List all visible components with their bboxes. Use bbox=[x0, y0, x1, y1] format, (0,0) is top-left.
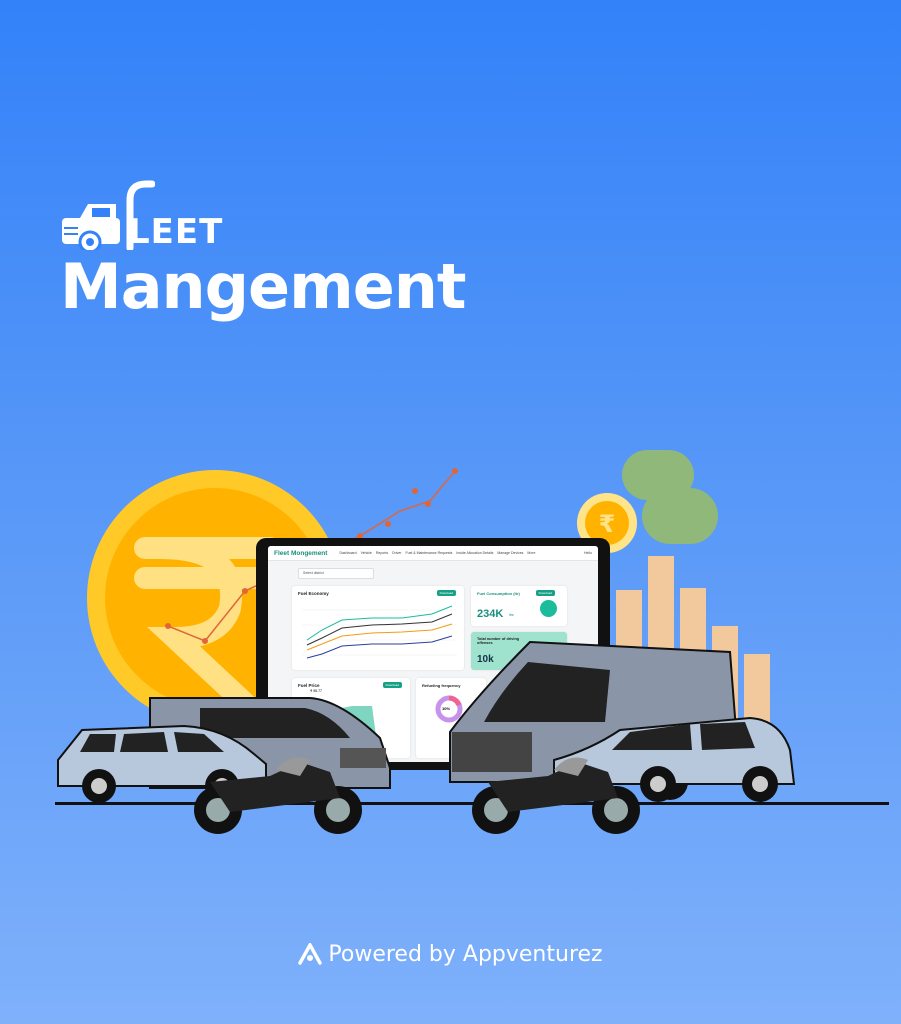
nav-manage-devices[interactable]: Manage Devices bbox=[497, 551, 523, 555]
tree-icon bbox=[622, 450, 718, 544]
nav-dashboard[interactable]: Dashboard bbox=[339, 551, 356, 555]
fuel-pump-icon bbox=[540, 600, 557, 617]
nav-fuel-maintenance[interactable]: Fuel & Maintenance Requests bbox=[405, 551, 452, 555]
fuel-economy-chart bbox=[302, 605, 457, 659]
nav-inside-allocation[interactable]: Inside Allocation Details bbox=[456, 551, 493, 555]
nav-vehicle[interactable]: Vehicle bbox=[361, 551, 372, 555]
powered-by-text: Powered by Appventurez bbox=[328, 942, 603, 967]
footer: Powered by Appventurez bbox=[0, 941, 901, 967]
district-select[interactable]: Select district bbox=[298, 568, 374, 579]
fleet-word: LEET bbox=[128, 212, 224, 252]
download-button[interactable]: Download bbox=[535, 590, 555, 596]
svg-text:₹: ₹ bbox=[599, 510, 616, 538]
user-greeting[interactable]: Hello bbox=[584, 551, 592, 555]
fuel-consumption-value: 234K bbox=[477, 608, 504, 620]
dashboard-title: Fleet Mongement bbox=[274, 549, 328, 557]
fuel-consumption-title: Fuel Consumption (ltr) bbox=[477, 591, 520, 596]
fuel-economy-card: Fuel Economy Download bbox=[292, 586, 464, 670]
motorcycle-left-icon bbox=[194, 757, 362, 834]
page-title: Mangement bbox=[60, 250, 467, 323]
dashboard-topbar: Fleet Mongement Dashboard Vehicle Report… bbox=[268, 546, 598, 561]
nav-driver[interactable]: Driver bbox=[392, 551, 401, 555]
fuel-consumption-card: Fuel Consumption (ltr) Download 234K ltr… bbox=[471, 586, 567, 626]
fuel-economy-title: Fuel Economy bbox=[298, 591, 329, 596]
motorcycle-right-icon bbox=[472, 757, 640, 834]
nav-more[interactable]: More bbox=[527, 551, 535, 555]
fuel-consumption-unit: ltrs bbox=[509, 613, 514, 617]
download-button[interactable]: Download bbox=[436, 590, 456, 596]
appventurez-logo-icon bbox=[298, 941, 323, 965]
nav-reports[interactable]: Reports bbox=[376, 551, 388, 555]
